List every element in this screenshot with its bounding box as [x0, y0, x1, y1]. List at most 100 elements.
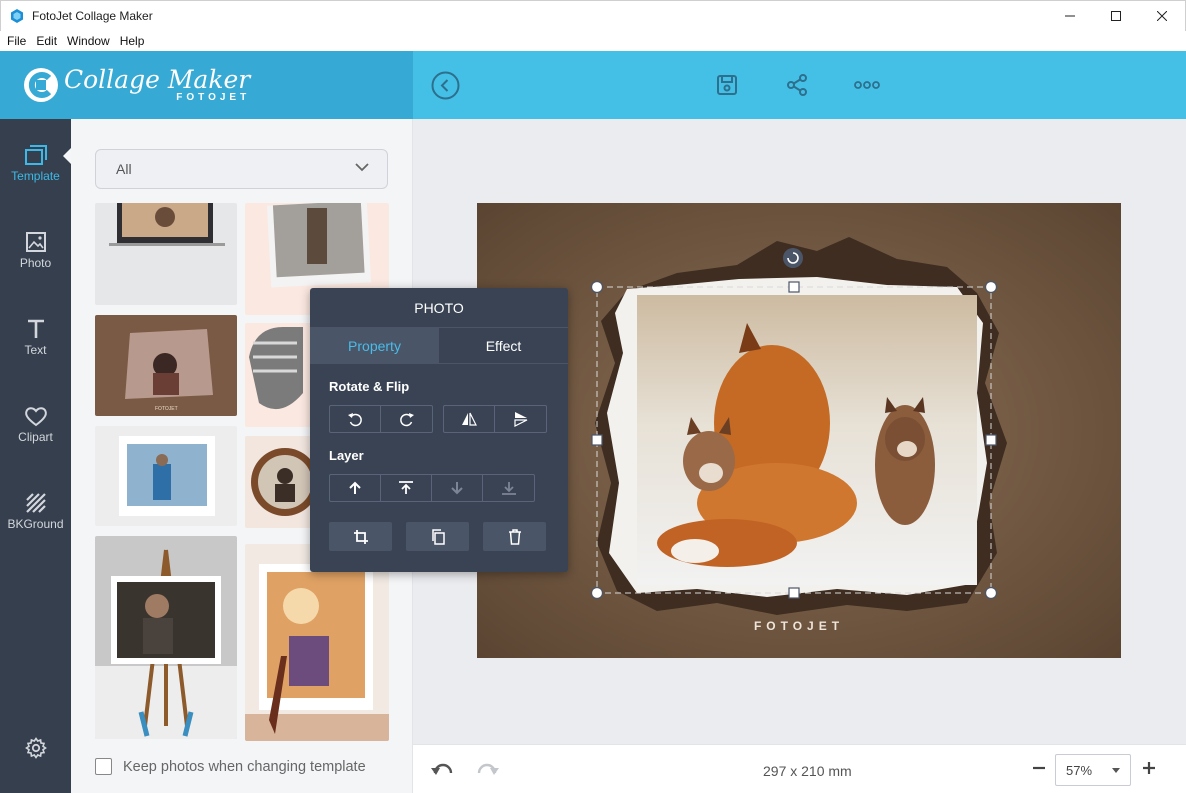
maximize-button[interactable]	[1093, 1, 1139, 31]
keep-photos-checkbox[interactable]	[95, 758, 112, 775]
undo-button[interactable]	[431, 761, 453, 784]
menu-file[interactable]: File	[2, 34, 31, 48]
save-button[interactable]	[712, 70, 742, 100]
collage-artwork	[477, 203, 1121, 658]
keep-photos-label: Keep photos when changing template	[123, 758, 366, 775]
photo-icon	[25, 232, 46, 252]
nav-photo[interactable]: Photo	[0, 231, 71, 291]
top-toolbar	[413, 51, 1186, 119]
rotate-right-icon	[399, 413, 414, 427]
nav-clipart-label: Clipart	[18, 430, 53, 444]
menu-window[interactable]: Window	[62, 34, 115, 48]
rotate-left-icon	[348, 413, 362, 427]
settings-button[interactable]	[25, 737, 47, 764]
heart-icon	[24, 407, 47, 427]
popup-title: PHOTO	[310, 288, 568, 328]
app-icon	[11, 9, 23, 23]
menu-bar: File Edit Window Help	[0, 31, 1186, 51]
minus-icon	[1033, 766, 1045, 770]
nav-photo-label: Photo	[19, 256, 52, 270]
minimize-icon	[1065, 15, 1075, 17]
close-icon	[1157, 11, 1167, 21]
logo-icon	[24, 68, 58, 102]
template-preview	[95, 549, 237, 739]
send-backward-button[interactable]	[432, 475, 483, 501]
background-icon	[25, 493, 46, 513]
nav-text[interactable]: Text	[0, 318, 71, 378]
nav-bkground[interactable]: BKGround	[0, 492, 71, 552]
template-preview: FOTOJET	[125, 329, 213, 412]
template-preview	[245, 564, 389, 741]
send-to-back-button[interactable]	[483, 475, 534, 501]
template-thumb[interactable]: FOTOJET	[95, 315, 237, 416]
send-to-back-icon	[501, 482, 516, 495]
flip-vertical-icon	[513, 412, 527, 427]
bring-forward-button[interactable]	[330, 475, 381, 501]
rotate-group	[329, 405, 433, 433]
redo-icon	[477, 763, 499, 775]
category-value: All	[116, 161, 132, 177]
template-preview	[119, 436, 215, 516]
keep-photos-option[interactable]: Keep photos when changing template	[95, 758, 366, 775]
crop-button[interactable]	[329, 522, 392, 551]
gear-icon	[25, 737, 47, 759]
menu-edit[interactable]: Edit	[31, 34, 62, 48]
layer-group	[329, 474, 535, 502]
category-dropdown[interactable]: All	[95, 149, 388, 189]
flip-vertical-button[interactable]	[495, 406, 546, 432]
window-title: FotoJet Collage Maker	[32, 9, 153, 23]
duplicate-button[interactable]	[406, 522, 469, 551]
flip-horizontal-icon	[462, 412, 477, 426]
bring-to-front-button[interactable]	[381, 475, 432, 501]
photo-property-popup: PHOTO Property Effect Rotate & Flip Laye…	[310, 288, 568, 572]
layer-label: Layer	[329, 448, 364, 463]
rotate-left-button[interactable]	[330, 406, 381, 432]
delete-button[interactable]	[483, 522, 546, 551]
nav-text-label: Text	[24, 343, 47, 357]
template-thumb[interactable]	[95, 203, 237, 305]
more-button[interactable]	[852, 70, 882, 100]
rotate-right-button[interactable]	[381, 406, 432, 432]
tab-property[interactable]: Property	[310, 328, 439, 363]
nav-template[interactable]: Template	[0, 144, 71, 204]
logo-script: Collage Maker	[64, 65, 251, 94]
template-thumb[interactable]	[95, 426, 237, 526]
nav-clipart[interactable]: Clipart	[0, 405, 71, 465]
zoom-select[interactable]: 57%	[1055, 754, 1131, 786]
maximize-icon	[1111, 11, 1121, 21]
nav-template-label: Template	[11, 169, 60, 183]
caret-down-icon	[1112, 768, 1120, 773]
template-preview	[109, 203, 225, 246]
menu-help[interactable]: Help	[115, 34, 150, 48]
bottom-bar: 297 x 210 mm 57%	[413, 744, 1186, 793]
zoom-in-button[interactable]	[1142, 761, 1156, 780]
template-thumb[interactable]	[245, 544, 389, 741]
popup-tabs: Property Effect	[310, 328, 568, 364]
template-icon	[24, 145, 47, 165]
flip-horizontal-button[interactable]	[444, 406, 495, 432]
redo-button[interactable]	[477, 761, 499, 784]
text-icon	[27, 319, 44, 338]
trash-icon	[508, 528, 521, 545]
close-button[interactable]	[1139, 1, 1185, 31]
rotate-flip-label: Rotate & Flip	[329, 379, 410, 394]
logo-area: Collage Maker FOTOJET	[0, 51, 413, 119]
share-button[interactable]	[782, 70, 812, 100]
canvas-watermark: FOTOJET	[753, 619, 845, 633]
back-button[interactable]	[430, 70, 460, 100]
bring-to-front-icon	[399, 481, 413, 494]
save-icon	[717, 75, 737, 95]
duplicate-icon	[431, 528, 445, 545]
zoom-out-button[interactable]	[1032, 761, 1046, 780]
chevron-down-icon	[355, 163, 369, 172]
thumb-watermark: FOTOJET	[155, 406, 178, 412]
title-bar: FotoJet Collage Maker	[0, 0, 1186, 31]
tab-effect[interactable]: Effect	[439, 328, 568, 363]
minimize-button[interactable]	[1047, 1, 1093, 31]
collage-canvas[interactable]: FOTOJET	[477, 203, 1121, 658]
canvas-size: 297 x 210 mm	[763, 763, 852, 779]
template-thumb[interactable]	[95, 536, 237, 739]
undo-icon	[431, 763, 453, 775]
logo: Collage Maker FOTOJET	[64, 67, 250, 103]
plus-icon	[1143, 762, 1155, 774]
